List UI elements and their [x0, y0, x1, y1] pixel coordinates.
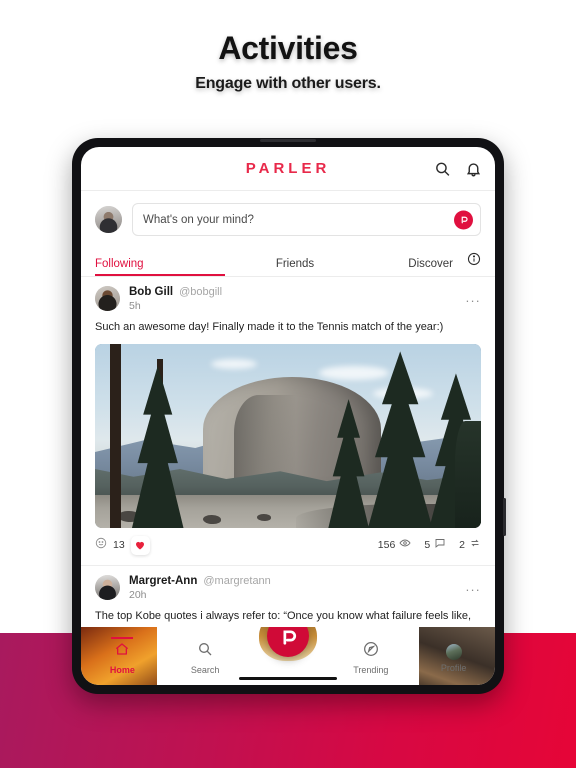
author-name-row: Margret-Ann @margretann	[129, 575, 271, 587]
bell-icon[interactable]	[465, 160, 482, 177]
comments-stat[interactable]: 5	[424, 536, 446, 554]
post-author-block: Margret-Ann @margretann 20h	[129, 575, 271, 601]
nav-item-profile[interactable]: Profile	[412, 643, 495, 673]
nav-item-trending[interactable]: Trending	[329, 641, 412, 675]
camera-notch	[260, 139, 316, 142]
compose-row: What's on your mind?	[81, 191, 495, 247]
tablet-device-frame: PARLER What's on your mind? Following Fr…	[72, 138, 506, 694]
avatar[interactable]	[95, 574, 120, 600]
post-timestamp: 5h	[129, 300, 141, 312]
reposts-count: 2	[459, 539, 465, 552]
feed-tabs: Following Friends Discover	[81, 247, 495, 277]
search-icon[interactable]	[434, 160, 451, 177]
eye-icon	[399, 536, 411, 554]
promo-screenshot: Activities Engage with other users. PARL…	[0, 0, 576, 768]
avatar-image	[95, 574, 120, 600]
home-icon	[114, 641, 130, 662]
author-name-row: Bob Gill @bobgill	[129, 286, 222, 298]
post-photo[interactable]	[95, 343, 481, 528]
nav-label-profile: Profile	[440, 662, 467, 673]
app-screen: PARLER What's on your mind? Following Fr…	[81, 147, 495, 685]
nav-item-search[interactable]: Search	[164, 641, 247, 675]
comment-icon	[434, 536, 446, 554]
author-display-name[interactable]: Bob Gill	[129, 286, 173, 298]
post-more-menu[interactable]: ...	[466, 580, 481, 593]
avatar[interactable]	[95, 206, 122, 233]
nav-label-home: Home	[109, 665, 135, 675]
avatar[interactable]	[95, 286, 120, 311]
reactions-group: 13	[95, 535, 150, 555]
comments-count: 5	[424, 539, 431, 552]
photo-rock	[203, 515, 222, 525]
tab-following[interactable]: Following	[95, 258, 225, 276]
photo-tree-trunk	[110, 343, 122, 528]
post-item[interactable]: ... Bob Gill @bobgill 5h Such an awesome…	[81, 277, 495, 565]
profile-avatar-icon	[445, 643, 462, 660]
page-subtitle: Engage with other users.	[195, 75, 381, 92]
post-body-text: Such an awesome day! Finally made it to …	[95, 321, 444, 333]
post-header: Bob Gill @bobgill 5h	[95, 286, 481, 312]
photo-rock	[257, 513, 272, 521]
app-header: PARLER	[81, 147, 495, 191]
photo-foreground-rock	[455, 421, 481, 528]
reaction-count: 13	[113, 539, 125, 552]
compose-input-wrapper[interactable]: What's on your mind?	[132, 203, 481, 236]
photo-cloud	[210, 358, 257, 369]
nav-item-home[interactable]: Home	[81, 641, 164, 675]
views-count: 156	[377, 539, 396, 552]
page-title: Activities	[218, 30, 358, 66]
author-handle[interactable]: @margretann	[203, 575, 270, 587]
home-indicator	[239, 676, 337, 680]
tab-friends[interactable]: Friends	[225, 258, 365, 276]
bottom-nav: Home Search Trending Profile	[81, 627, 495, 685]
nav-label-trending: Trending	[353, 665, 389, 675]
feed-list: ... Bob Gill @bobgill 5h Such an awesome…	[81, 277, 495, 657]
tab-discover[interactable]: Discover	[365, 258, 467, 276]
post-more-menu[interactable]: ...	[466, 291, 481, 304]
search-icon	[197, 641, 213, 662]
stats-group: 156 5 2	[378, 536, 481, 554]
compose-placeholder: What's on your mind?	[143, 213, 254, 226]
repost-icon	[469, 536, 481, 554]
avatar-image	[95, 206, 122, 233]
nav-label-search: Search	[190, 665, 220, 675]
power-button[interactable]	[503, 498, 506, 536]
post-header: Margret-Ann @margretann 20h	[95, 574, 481, 601]
compass-icon	[363, 641, 379, 662]
author-display-name[interactable]: Margret-Ann	[129, 575, 197, 587]
promo-text-block: Activities Engage with other users.	[0, 30, 576, 93]
views-stat[interactable]: 156	[378, 536, 412, 554]
photo-cloud	[318, 366, 389, 381]
author-handle[interactable]: @bobgill	[179, 286, 222, 298]
heart-icon[interactable]	[130, 535, 150, 555]
post-engagement-bar: 13 156 5 2	[95, 528, 481, 565]
parler-logo-icon[interactable]	[454, 210, 473, 229]
info-icon[interactable]	[467, 252, 481, 276]
avatar-image	[445, 643, 462, 660]
reposts-stat[interactable]: 2	[459, 536, 481, 554]
smiley-icon[interactable]	[95, 536, 107, 554]
parler-wordmark: PARLER	[245, 160, 331, 177]
avatar-image	[95, 286, 120, 311]
post-timestamp: 20h	[129, 588, 147, 601]
post-author-block: Bob Gill @bobgill 5h	[129, 286, 222, 312]
header-actions	[434, 160, 482, 177]
